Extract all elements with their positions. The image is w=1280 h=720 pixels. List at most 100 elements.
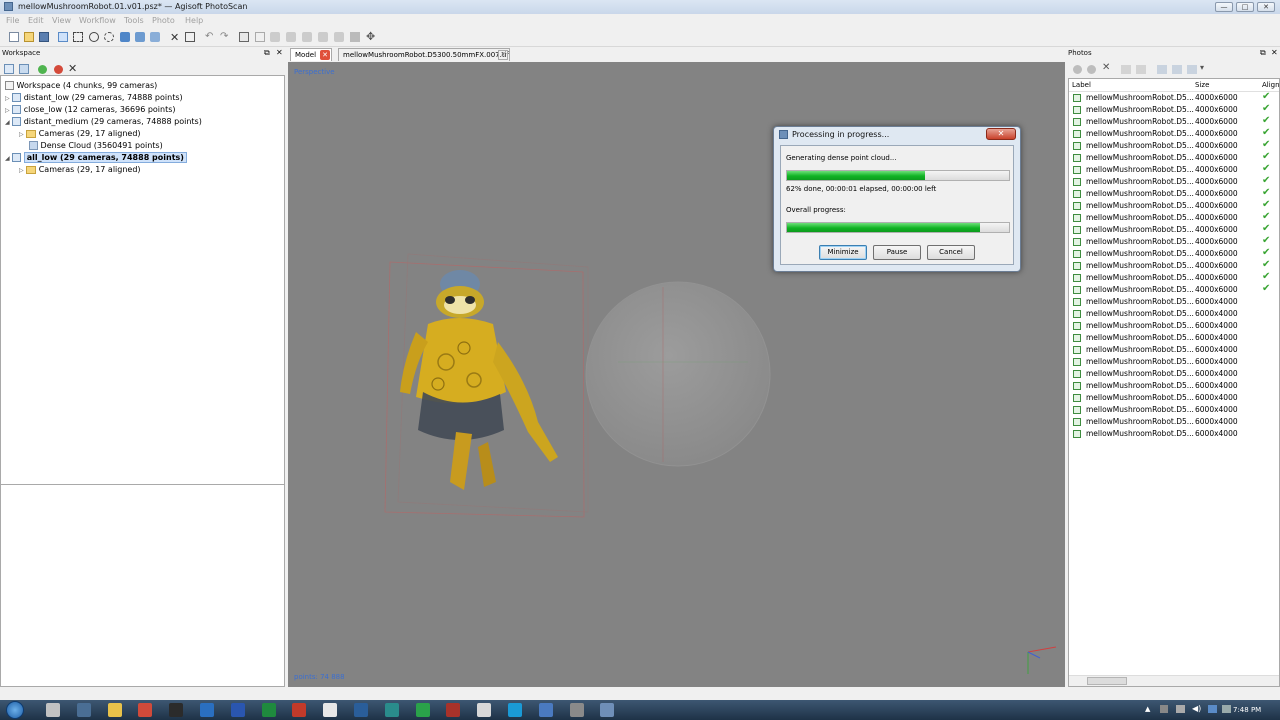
free-form-selection-icon[interactable] [104,32,114,42]
photo-row[interactable]: mellowMushroomRobot.D5... 6000x4000 [1069,416,1279,428]
taskbar-skype-icon[interactable] [508,703,522,717]
tray-volume-icon[interactable]: ◀) [1192,704,1201,713]
add-chunk-icon[interactable] [4,64,14,74]
taskbar-notepad-icon[interactable] [323,703,338,717]
move-object-icon[interactable] [120,32,130,42]
photo-row[interactable]: mellowMushroomRobot.D5... 6000x4000 [1069,332,1279,344]
photo-row[interactable]: mellowMushroomRobot.D5... 6000x4000 [1069,308,1279,320]
photo-row[interactable]: mellowMushroomRobot.D5... 4000x6000 ✔ [1069,151,1279,164]
photo-row[interactable]: mellowMushroomRobot.D5... 4000x6000 ✔ [1069,199,1279,212]
tray-app-icon[interactable] [1160,705,1168,713]
resize-region-icon[interactable] [150,32,160,42]
maximize-window-button[interactable]: □ [1236,2,1254,12]
tree-row-workspace[interactable]: Workspace (4 chunks, 99 cameras) [5,80,157,92]
tree-row-distant-low[interactable]: ▷ distant_low (29 cameras, 74888 points) [5,92,183,104]
close-panel-icon[interactable]: ✕ [1271,48,1278,57]
photo-row[interactable]: mellowMushroomRobot.D5... 4000x6000 ✔ [1069,175,1279,188]
photo-row[interactable]: mellowMushroomRobot.D5... 4000x6000 ✔ [1069,127,1279,140]
new-project-icon[interactable] [9,32,19,42]
photo-row[interactable]: mellowMushroomRobot.D5... 6000x4000 [1069,428,1279,440]
cancel-button[interactable]: Cancel [927,245,975,260]
menu-workflow[interactable]: Workflow [79,16,116,25]
photo-row[interactable]: mellowMushroomRobot.D5... 4000x6000 ✔ [1069,187,1279,200]
view-top-icon[interactable] [302,32,312,42]
rotate-object-icon[interactable] [135,32,145,42]
tree-row-cameras[interactable]: ▷ Cameras (29, 17 aligned) [19,164,141,176]
menu-edit[interactable]: Edit [28,16,44,25]
minimize-window-button[interactable]: — [1215,2,1233,12]
details-view-icon[interactable] [1187,65,1197,74]
close-window-button[interactable]: ✕ [1257,2,1275,12]
photo-row[interactable]: mellowMushroomRobot.D5... 4000x6000 ✔ [1069,91,1279,104]
taskbar-app-star-icon[interactable] [477,703,492,717]
menu-file[interactable]: File [6,16,19,25]
photo-row[interactable]: mellowMushroomRobot.D5... 6000x4000 [1069,368,1279,380]
close-tab-icon[interactable]: ✕ [498,50,508,60]
show-cameras-icon[interactable] [239,32,249,42]
view-right-icon[interactable] [334,32,344,42]
dialog-close-button[interactable]: ✕ [986,128,1016,140]
taskbar-explorer-icon[interactable] [46,703,60,717]
column-size-header[interactable]: Size [1195,79,1209,91]
add-photos-icon[interactable] [19,64,29,74]
expand-arrow-icon[interactable]: ▷ [5,95,10,102]
shading-mode-icon[interactable] [350,32,360,42]
photo-row[interactable]: mellowMushroomRobot.D5... 6000x4000 [1069,296,1279,308]
photo-row[interactable]: mellowMushroomRobot.D5... 6000x4000 [1069,380,1279,392]
collapse-arrow-icon[interactable]: ◢ [5,119,10,126]
photo-row[interactable]: mellowMushroomRobot.D5... 4000x6000 ✔ [1069,115,1279,128]
view-front-icon[interactable] [286,32,296,42]
taskbar-outlook-icon[interactable] [200,703,214,717]
reset-view-icon[interactable]: ✥ [366,30,375,43]
save-project-icon[interactable] [39,32,49,42]
taskbar-photoshop-icon[interactable] [354,703,368,717]
taskbar-word-icon[interactable] [230,703,245,717]
photo-row[interactable]: mellowMushroomRobot.D5... 6000x4000 [1069,356,1279,368]
tray-display-icon[interactable] [1208,705,1217,713]
photo-row[interactable]: mellowMushroomRobot.D5... 4000x6000 ✔ [1069,211,1279,224]
taskbar-app-active-icon[interactable] [600,703,615,717]
tray-network-icon[interactable] [1176,705,1185,713]
taskbar-chrome-icon[interactable] [138,703,153,717]
tab-model[interactable]: Model ✕ [290,48,332,61]
photo-row[interactable]: mellowMushroomRobot.D5... 4000x6000 ✔ [1069,103,1279,116]
expand-arrow-icon[interactable]: ▷ [19,167,24,174]
horizontal-scrollbar[interactable] [1069,675,1279,686]
taskbar-app-green-icon[interactable] [384,703,399,717]
disable-cameras-icon[interactable] [1087,65,1096,74]
menu-help[interactable]: Help [185,16,203,25]
photo-row[interactable]: mellowMushroomRobot.D5... 4000x6000 ✔ [1069,223,1279,236]
column-label-header[interactable]: Label [1072,79,1091,91]
photo-row[interactable]: mellowMushroomRobot.D5... 4000x6000 ✔ [1069,271,1279,284]
photo-row[interactable]: mellowMushroomRobot.D5... 6000x4000 [1069,404,1279,416]
photo-row[interactable]: mellowMushroomRobot.D5... 4000x6000 ✔ [1069,283,1279,296]
rectangle-selection-icon[interactable] [73,32,83,42]
collapse-arrow-icon[interactable]: ◢ [5,155,10,162]
taskbar-chrome-like-icon[interactable] [76,703,91,717]
close-tab-icon[interactable]: ✕ [320,50,330,60]
photo-row[interactable]: mellowMushroomRobot.D5... 4000x6000 ✔ [1069,259,1279,272]
start-orb-icon[interactable] [6,701,24,719]
menu-photo[interactable]: Photo [152,16,175,25]
expand-arrow-icon[interactable]: ▷ [5,107,10,114]
open-project-icon[interactable] [24,32,34,42]
disable-icon[interactable] [54,65,63,74]
photo-row[interactable]: mellowMushroomRobot.D5... 6000x4000 [1069,320,1279,332]
taskbar-app-box-icon[interactable] [569,703,584,717]
redo-icon[interactable]: ↷ [220,31,228,42]
photo-row[interactable]: mellowMushroomRobot.D5... 6000x4000 [1069,392,1279,404]
taskbar-terminal-icon[interactable] [169,703,184,717]
photo-row[interactable]: mellowMushroomRobot.D5... 4000x6000 ✔ [1069,139,1279,152]
taskbar-app-teal-icon[interactable] [415,703,430,717]
tree-row-distant-medium[interactable]: ◢ distant_medium (29 cameras, 74888 poin… [5,116,202,128]
photo-row[interactable]: mellowMushroomRobot.D5... 4000x6000 ✔ [1069,247,1279,260]
taskbar-pdf-icon[interactable] [292,703,307,717]
photo-row[interactable]: mellowMushroomRobot.D5... 4000x6000 ✔ [1069,235,1279,248]
photo-row[interactable]: mellowMushroomRobot.D5... 6000x4000 [1069,344,1279,356]
enable-icon[interactable] [38,65,47,74]
clock[interactable]: 7:48 PM [1233,706,1261,714]
large-thumbnails-icon[interactable] [1172,65,1182,74]
remove-items-icon[interactable]: ✕ [68,62,77,75]
circle-selection-icon[interactable] [89,32,99,42]
minimize-button[interactable]: Minimize [819,245,867,260]
